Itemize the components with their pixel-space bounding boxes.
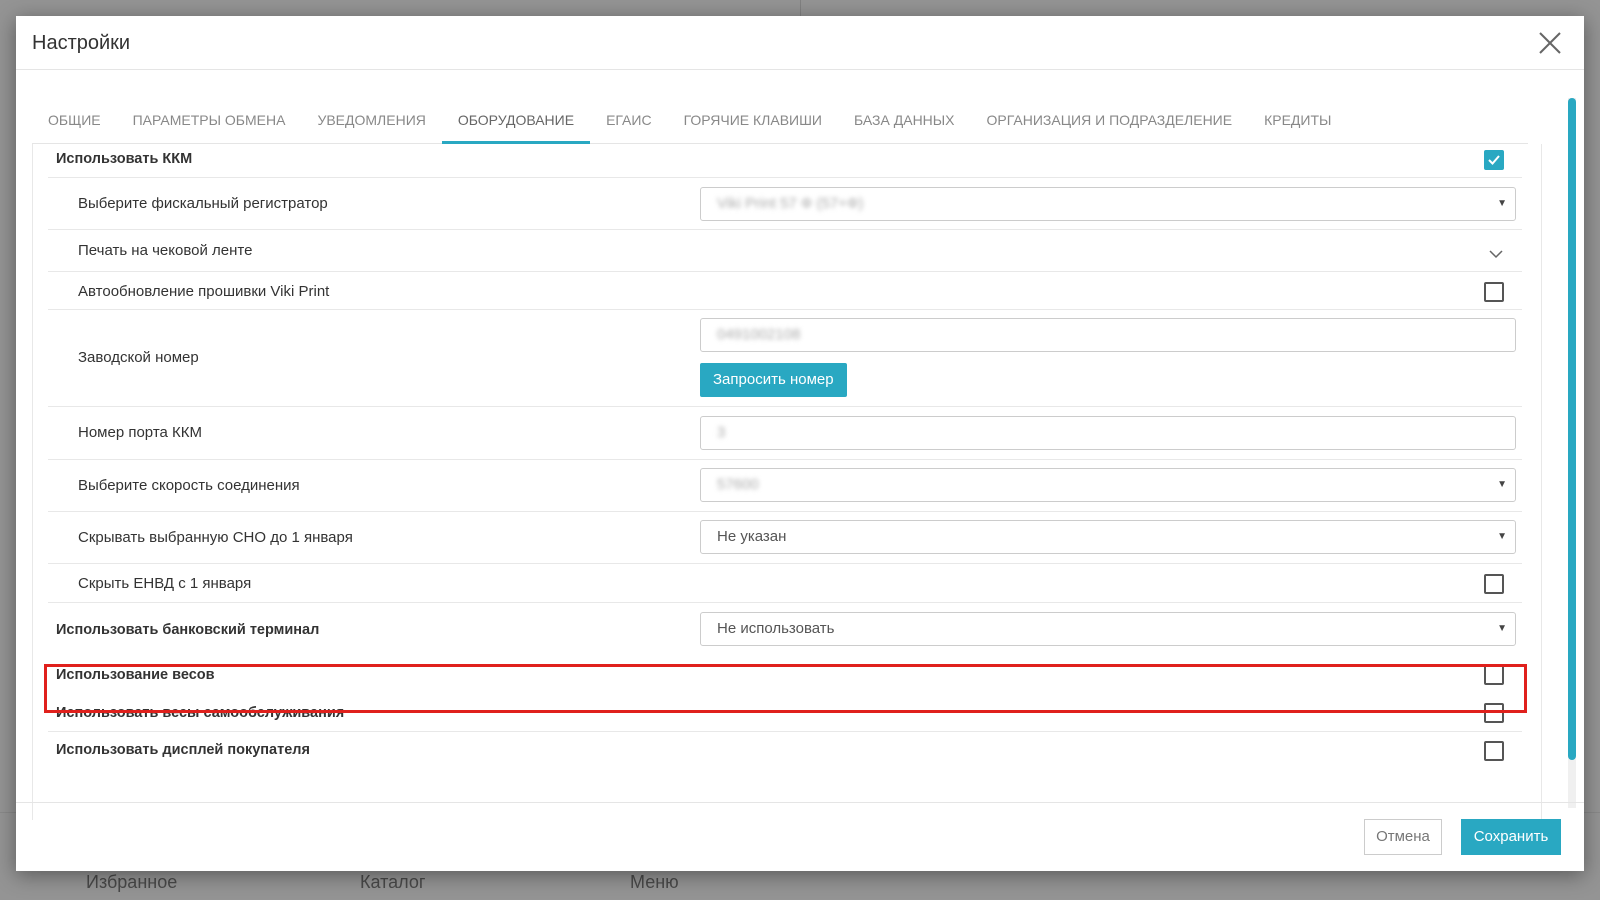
hide-sno-value: Не указан <box>717 528 787 545</box>
tab-general[interactable]: ОБЩИЕ <box>32 100 117 144</box>
connection-speed-label: Выберите скорость соединения <box>78 477 300 494</box>
dropdown-caret-icon: ▼ <box>1497 198 1507 209</box>
connection-speed-value: 57600 <box>717 476 759 493</box>
modal-header: Настройки <box>16 16 1584 70</box>
row-hide-sno: Скрывать выбранную СНО до 1 января Не ук… <box>48 512 1522 564</box>
modal-title: Настройки <box>32 32 131 54</box>
row-use-kkm: Использовать ККМ <box>48 140 1522 178</box>
checkmark-icon <box>1488 155 1500 165</box>
tab-egais[interactable]: ЕГАИС <box>590 100 668 144</box>
hide-sno-label: Скрывать выбранную СНО до 1 января <box>78 529 353 546</box>
dropdown-caret-icon: ▼ <box>1497 623 1507 634</box>
tab-organization[interactable]: ОРГАНИЗАЦИЯ И ПОДРАЗДЕЛЕНИЕ <box>971 100 1249 144</box>
use-kkm-label: Использовать ККМ <box>56 151 193 167</box>
fiscal-registrar-label: Выберите фискальный регистратор <box>78 195 328 212</box>
row-fiscal-registrar: Выберите фискальный регистратор Viki Pri… <box>48 178 1522 230</box>
dropdown-caret-icon: ▼ <box>1497 479 1507 490</box>
tab-hotkeys[interactable]: ГОРЯЧИЕ КЛАВИШИ <box>668 100 838 144</box>
cancel-button[interactable]: Отмена <box>1364 819 1442 855</box>
dropdown-caret-icon: ▼ <box>1497 531 1507 542</box>
settings-modal: Настройки ОБЩИЕ ПАРАМЕТРЫ ОБМЕНА УВЕДОМЛ… <box>16 16 1584 871</box>
row-self-service-scales: Использовать весы самообслуживания <box>48 694 1522 732</box>
receipt-print-label: Печать на чековой ленте <box>78 242 253 259</box>
serial-number-value: 0491002108 <box>717 326 801 343</box>
close-button[interactable] <box>1536 29 1564 57</box>
tab-exchange-params[interactable]: ПАРАМЕТРЫ ОБМЕНА <box>117 100 302 144</box>
customer-display-checkbox[interactable] <box>1484 741 1504 761</box>
firmware-update-checkbox[interactable] <box>1484 282 1504 302</box>
row-hide-envd: Скрыть ЕНВД с 1 января <box>48 564 1522 603</box>
scrollbar-thumb[interactable] <box>1568 98 1576 760</box>
settings-tabs: ОБЩИЕ ПАРАМЕТРЫ ОБМЕНА УВЕДОМЛЕНИЯ ОБОРУ… <box>32 100 1528 144</box>
row-connection-speed: Выберите скорость соединения 57600 ▼ <box>48 460 1522 512</box>
close-icon <box>1539 32 1561 54</box>
bank-terminal-label: Использовать банковский терминал <box>56 622 320 638</box>
hide-envd-label: Скрыть ЕНВД с 1 января <box>78 575 252 592</box>
scales-checkbox[interactable] <box>1484 665 1504 685</box>
use-kkm-checkbox[interactable] <box>1484 150 1504 170</box>
row-customer-display: Использовать дисплей покупателя <box>48 732 1522 770</box>
hide-envd-checkbox[interactable] <box>1484 574 1504 594</box>
scales-label: Использование весов <box>56 667 215 683</box>
chevron-down-icon[interactable] <box>1486 244 1506 264</box>
serial-number-input[interactable]: 0491002108 <box>700 318 1516 352</box>
firmware-update-label: Автообновление прошивки Viki Print <box>78 283 330 300</box>
modal-footer: Отмена Сохранить <box>16 802 1584 871</box>
kkm-port-input[interactable]: 3 <box>700 416 1516 450</box>
row-firmware-update: Автообновление прошивки Viki Print <box>48 272 1522 310</box>
row-scales: Использование весов <box>48 656 1522 694</box>
kkm-port-label: Номер порта ККМ <box>78 424 202 441</box>
bank-terminal-select[interactable]: Не использовать ▼ <box>700 612 1516 646</box>
customer-display-label: Использовать дисплей покупателя <box>56 742 310 758</box>
serial-number-label: Заводской номер <box>78 349 199 366</box>
fiscal-registrar-select[interactable]: Viki Print 57 Ф (57+Ф) ▼ <box>700 187 1516 221</box>
hide-sno-select[interactable]: Не указан ▼ <box>700 520 1516 554</box>
bank-terminal-value: Не использовать <box>717 620 835 637</box>
tab-equipment[interactable]: ОБОРУДОВАНИЕ <box>441 100 591 144</box>
self-service-scales-checkbox[interactable] <box>1484 703 1504 723</box>
tab-credits[interactable]: КРЕДИТЫ <box>1248 100 1347 144</box>
row-bank-terminal: Использовать банковский терминал Не испо… <box>48 603 1522 653</box>
connection-speed-select[interactable]: 57600 ▼ <box>700 468 1516 502</box>
fiscal-registrar-value: Viki Print 57 Ф (57+Ф) <box>717 195 864 212</box>
row-receipt-print: Печать на чековой ленте <box>48 230 1522 272</box>
save-button[interactable]: Сохранить <box>1461 819 1561 855</box>
row-serial-number: Заводской номер 0491002108 Запросить ном… <box>48 310 1522 407</box>
row-kkm-port: Номер порта ККМ 3 <box>48 407 1522 460</box>
tab-database[interactable]: БАЗА ДАННЫХ <box>838 100 971 144</box>
kkm-port-value: 3 <box>717 424 726 441</box>
request-number-button[interactable]: Запросить номер <box>700 363 847 397</box>
tab-notifications[interactable]: УВЕДОМЛЕНИЯ <box>301 100 441 144</box>
self-service-scales-label: Использовать весы самообслуживания <box>56 705 345 721</box>
